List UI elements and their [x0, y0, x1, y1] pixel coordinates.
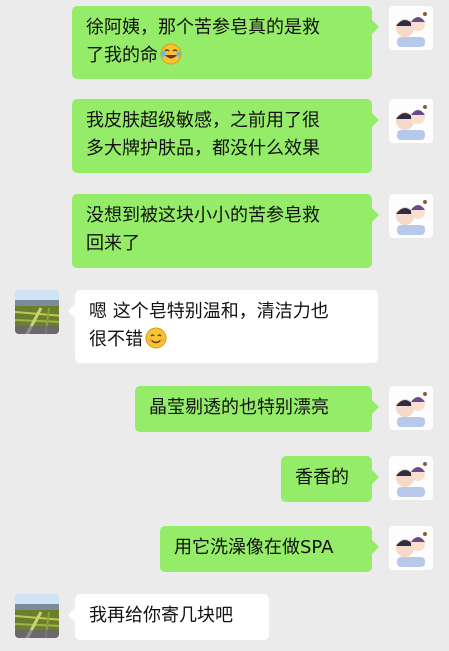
message-line: 晶莹剔透的也特别漂亮 — [149, 397, 329, 418]
message-line: 用它洗澡像在做SPA — [174, 537, 334, 558]
message-line: 回来了 — [86, 233, 140, 254]
message-line-text: 很不错 — [89, 329, 143, 350]
message-bubble-other[interactable]: 我再给你寄几块吧 — [68, 594, 269, 640]
message-bubble-self[interactable]: 香香的 — [281, 456, 379, 502]
message-line: 我皮肤超级敏感，之前用了很 — [86, 110, 320, 131]
chat-area: 徐阿姨，那个苦参皂真的是救 了我的命 我皮肤超级敏感，之前用了很 多大牌护肤品，… — [0, 0, 449, 651]
message-line: 没想到被这块小小的苦参皂救 — [86, 205, 320, 226]
message-bubble-self[interactable]: 没想到被这块小小的苦参皂救 回来了 — [72, 194, 379, 268]
message-bubble-other[interactable]: 嗯 这个皂特别温和，清洁力也 很不错 — [68, 290, 378, 363]
avatar-self[interactable] — [389, 6, 433, 50]
avatar-self[interactable] — [389, 99, 433, 143]
avatar-self[interactable] — [389, 386, 433, 430]
avatar-self[interactable] — [389, 456, 433, 500]
smile-emoji — [145, 327, 167, 349]
avatar-self[interactable] — [389, 526, 433, 570]
message-line: 徐阿姨，那个苦参皂真的是救 — [86, 17, 320, 38]
message-line: 了我的命 — [86, 42, 358, 70]
laugh-cry-emoji — [160, 43, 182, 65]
message-line-text: 了我的命 — [86, 45, 158, 66]
message-line: 香香的 — [295, 467, 349, 488]
message-bubble-self[interactable]: 用它洗澡像在做SPA — [160, 526, 379, 572]
message-bubble-self[interactable]: 我皮肤超级敏感，之前用了很 多大牌护肤品，都没什么效果 — [72, 99, 379, 173]
message-bubble-self[interactable]: 晶莹剔透的也特别漂亮 — [135, 386, 379, 432]
message-line: 多大牌护肤品，都没什么效果 — [86, 138, 320, 159]
message-bubble-self[interactable]: 徐阿姨，那个苦参皂真的是救 了我的命 — [72, 6, 379, 79]
message-line: 我再给你寄几块吧 — [89, 605, 233, 626]
message-line: 很不错 — [89, 326, 364, 354]
avatar-self[interactable] — [389, 194, 433, 238]
message-line: 嗯 这个皂特别温和，清洁力也 — [89, 301, 329, 322]
avatar-other[interactable] — [15, 290, 59, 334]
avatar-other[interactable] — [15, 594, 59, 638]
